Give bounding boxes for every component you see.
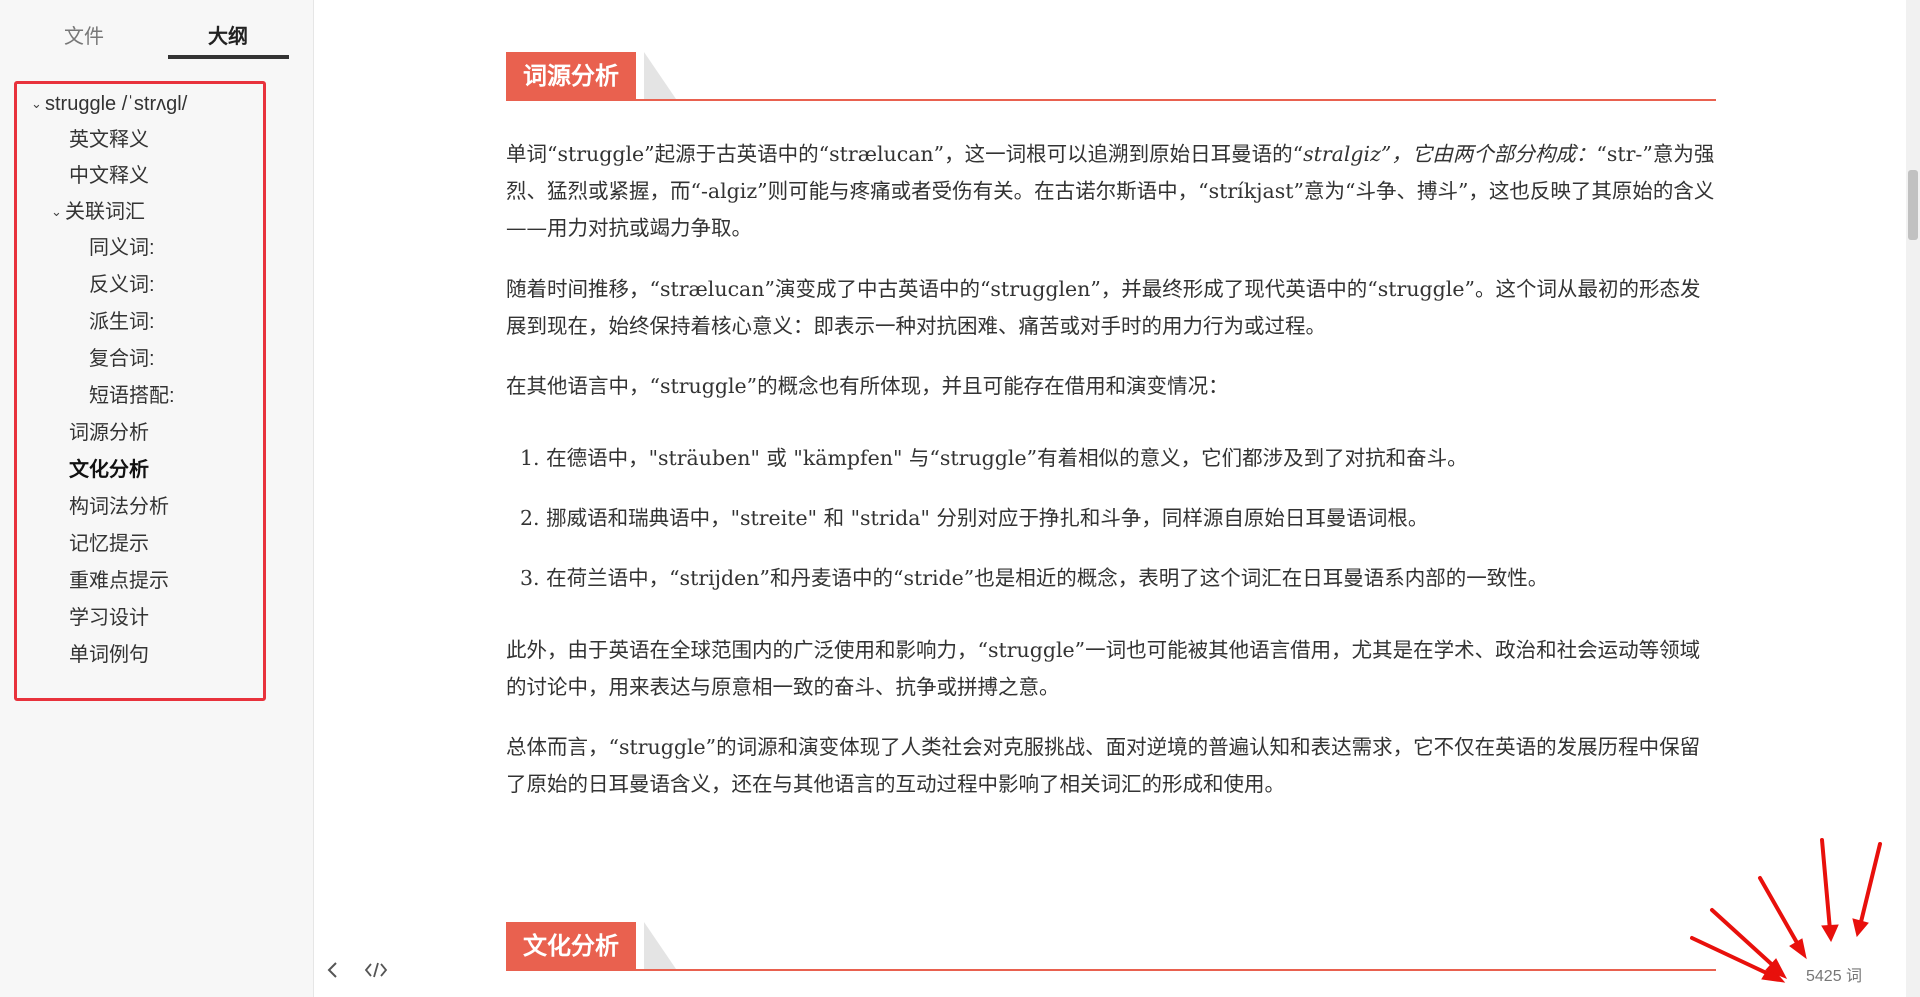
active-tab-indicator — [168, 55, 289, 59]
outline-item-root[interactable]: ⌄ struggle /ˈstrʌgl/ — [31, 92, 187, 116]
outline-item-antonyms[interactable]: 反义词: — [89, 273, 155, 297]
outline-item-word-formation[interactable]: 构词法分析 — [69, 495, 169, 519]
outline-item-culture[interactable]: 文化分析 — [69, 458, 149, 482]
paragraph-text: 单词“struggle”起源于古英语中的“strælucan”，这一词根可以追溯… — [506, 142, 1304, 166]
outline-item-related-words[interactable]: ⌄ 关联词汇 — [51, 200, 145, 224]
outline-item-examples[interactable]: 单词例句 — [69, 643, 149, 667]
outline-item-compounds[interactable]: 复合词: — [89, 347, 155, 371]
chevron-down-icon[interactable]: ⌄ — [31, 92, 45, 116]
scrollbar-track[interactable] — [1906, 0, 1920, 997]
section-title: 文化分析 — [506, 922, 636, 969]
heading-underline — [506, 969, 1716, 971]
paragraph: 单词“struggle”起源于古英语中的“strælucan”，这一词根可以追溯… — [506, 136, 1716, 247]
heading-corner — [644, 52, 676, 99]
outline-item-key-points[interactable]: 重难点提示 — [69, 569, 169, 593]
outline-item-derivatives[interactable]: 派生词: — [89, 310, 155, 334]
outline-item-collocations[interactable]: 短语搭配: — [89, 384, 175, 408]
outline-highlight-box: ⌄ struggle /ˈstrʌgl/ 英文释义 中文释义 ⌄ 关联词汇 同义词:… — [14, 81, 266, 701]
paragraph: 在其他语言中，“struggle”的概念也有所体现，并且可能存在借用和演变情况： — [506, 374, 1229, 398]
list-item: 1. 在德语中，"sträuben" 或 "kämpfen" 与“struggl… — [520, 446, 1468, 470]
paragraph: 随着时间推移，“strælucan”演变成了中古英语中的“strugglen”，… — [506, 277, 1701, 338]
outline-item-synonyms[interactable]: 同义词: — [89, 236, 155, 260]
outline-item-etymology[interactable]: 词源分析 — [69, 421, 149, 445]
heading-corner — [644, 922, 676, 969]
section-title: 词源分析 — [506, 52, 636, 99]
list-item: 3. 在荷兰语中，“strijden”和丹麦语中的“stride”也是相近的概念… — [520, 566, 1549, 590]
chevron-down-icon[interactable]: ⌄ — [51, 200, 65, 224]
tab-outline[interactable]: 大纲 — [208, 20, 248, 49]
outline-item-chinese-definition[interactable]: 中文释义 — [69, 164, 149, 188]
sidebar: 文件 大纲 ⌄ struggle /ˈstrʌgl/ 英文释义 中文释义 ⌄ 关联词… — [0, 0, 314, 997]
tab-files[interactable]: 文件 — [64, 20, 104, 49]
code-icon[interactable] — [364, 960, 388, 986]
scrollbar-thumb[interactable] — [1908, 170, 1918, 240]
section-heading-etymology: 词源分析 — [506, 52, 1716, 106]
outline-item-english-definition[interactable]: 英文释义 — [69, 128, 149, 152]
heading-underline — [506, 99, 1716, 101]
outline-item-label: struggle /ˈstrʌgl/ — [45, 93, 188, 115]
annotation-arrows — [1690, 838, 1882, 983]
sidebar-tabs: 文件 大纲 — [0, 0, 314, 60]
document-content: 词源分析 单词“struggle”起源于古英语中的“strælucan”，这一词… — [506, 0, 1716, 997]
outline-item-study-design[interactable]: 学习设计 — [69, 606, 149, 630]
outline-item-memory-tips[interactable]: 记忆提示 — [69, 532, 149, 556]
paragraph-italic-text: stralgiz”，它由两个部分构成： — [1303, 142, 1597, 166]
paragraph: 总体而言，“struggle”的词源和演变体现了人类社会对克服挑战、面对逆境的普… — [506, 735, 1701, 796]
paragraph: 此外，由于英语在全球范围内的广泛使用和影响力，“struggle”一词也可能被其… — [506, 638, 1701, 699]
section-heading-culture: 文化分析 — [506, 922, 1716, 976]
list-item: 2. 挪威语和瑞典语中，"streite" 和 "strida" 分别对应于挣扎… — [520, 506, 1429, 530]
outline-item-label: 关联词汇 — [65, 201, 145, 223]
chevron-left-icon[interactable] — [326, 960, 340, 986]
